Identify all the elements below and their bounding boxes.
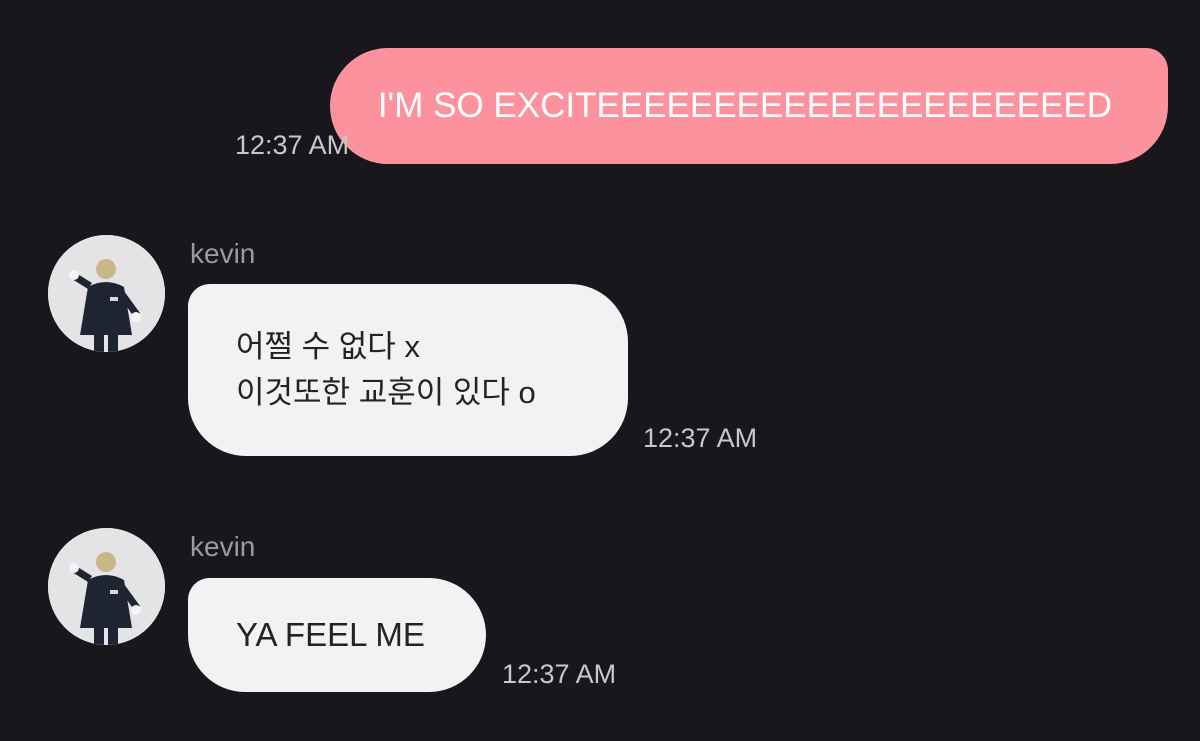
incoming-message-time: 12:37 AM <box>502 659 617 689</box>
sender-name: kevin <box>190 238 256 269</box>
avatar[interactable] <box>48 528 165 645</box>
chat-view: I'M SO EXCITEEEEEEEEEEEEEEEEEEEEED 12:37… <box>0 0 1200 741</box>
incoming-message-bubble[interactable]: YA FEEL ME <box>188 578 486 692</box>
message-line: 이것또한 교훈이 있다 o <box>236 375 536 410</box>
profile-photo-icon <box>48 235 165 352</box>
outgoing-message-text: I'M SO EXCITEEEEEEEEEEEEEEEEEEEEED <box>377 86 1112 125</box>
message-line: 어쩔 수 없다 x <box>236 329 420 364</box>
sender-name: kevin <box>190 531 256 562</box>
outgoing-message-time: 12:37 AM <box>235 130 350 160</box>
outgoing-message-bubble[interactable]: I'M SO EXCITEEEEEEEEEEEEEEEEEEEEED <box>329 48 1168 164</box>
message-line: YA FEEL ME <box>236 616 425 653</box>
incoming-message-time: 12:37 AM <box>643 423 758 453</box>
incoming-message-bubble[interactable]: 어쩔 수 없다 x 이것또한 교훈이 있다 o <box>188 284 628 456</box>
profile-photo-icon <box>48 528 165 645</box>
avatar[interactable] <box>48 235 165 352</box>
